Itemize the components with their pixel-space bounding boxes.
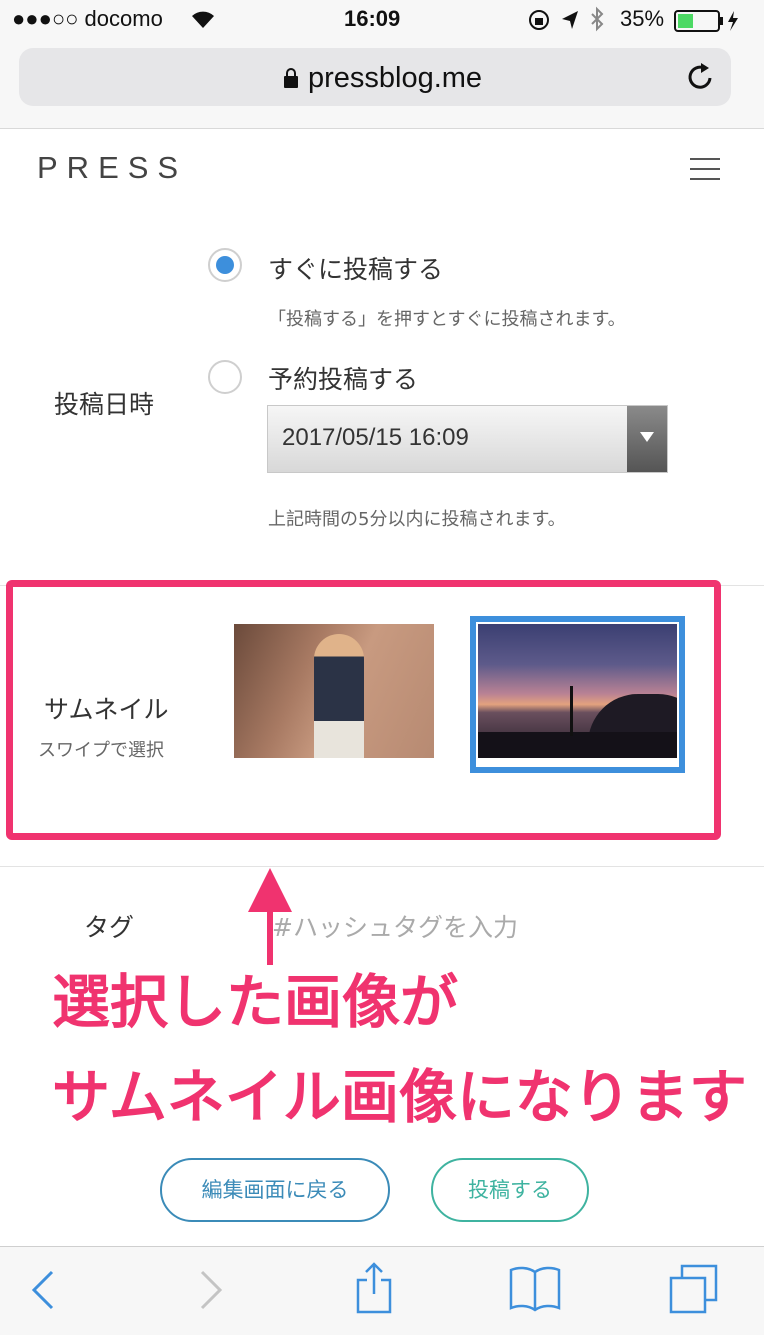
carrier-label: ●●●○○ docomo (12, 6, 163, 31)
option-scheduled-label[interactable]: 予約投稿する (268, 360, 418, 396)
thumbnail-option-1[interactable] (234, 624, 434, 758)
share-icon[interactable] (354, 1260, 394, 1316)
location-icon (562, 11, 578, 29)
url-text: pressblog.me (307, 62, 483, 94)
photo-person (314, 634, 364, 758)
post-button[interactable]: 投稿する (431, 1158, 589, 1222)
datetime-select[interactable]: 2017/05/15 16:09 (267, 405, 668, 473)
bluetooth-icon (591, 6, 604, 32)
divider (0, 866, 764, 867)
photo-ground (478, 732, 677, 758)
datetime-value: 2017/05/15 16:09 (282, 424, 469, 451)
wifi-icon (192, 11, 214, 28)
tabs-icon[interactable] (668, 1264, 720, 1314)
bookmarks-icon[interactable] (508, 1264, 562, 1312)
clock: 16:09 (344, 6, 401, 31)
thumbnail-label: サムネイル (44, 695, 169, 724)
radio-post-scheduled[interactable] (208, 360, 242, 394)
site-logo[interactable]: PRESS (37, 150, 187, 186)
tags-label: タグ (84, 913, 135, 942)
thumbnail-sublabel: スワイプで選択 (38, 740, 164, 761)
status-bar: ●●●○○ docomo 16:09 35% (0, 0, 764, 42)
option-post-now-label[interactable]: すぐに投稿する (268, 250, 443, 286)
dropdown-arrow-icon (627, 406, 667, 472)
post-date-label: 投稿日時 (54, 390, 155, 419)
scheduled-note: 上記時間の5分以内に投稿されます。 (268, 509, 566, 530)
photo-lamp-post (570, 686, 573, 736)
back-icon[interactable] (30, 1270, 56, 1310)
forward-icon[interactable] (198, 1270, 224, 1310)
back-to-edit-button[interactable]: 編集画面に戻る (160, 1158, 390, 1222)
post-now-note: 「投稿する」を押すとすぐに投稿されます。 (268, 309, 626, 330)
battery-icon (674, 10, 738, 32)
battery-percent: 35% (620, 6, 665, 31)
address-text[interactable]: pressblog.me (0, 62, 764, 95)
radio-post-now[interactable] (208, 248, 242, 282)
thumbnail-option-2[interactable] (478, 624, 677, 758)
hamburger-menu-icon[interactable] (690, 158, 720, 180)
lock-icon (283, 68, 298, 88)
rotation-lock-icon (529, 10, 549, 30)
reload-icon[interactable] (686, 62, 716, 94)
annotation-line-1: 選択した画像が (52, 968, 459, 1036)
tags-input[interactable]: #ハッシュタグを入力 (272, 908, 518, 944)
annotation-line-2: サムネイル画像になります (52, 1063, 747, 1131)
